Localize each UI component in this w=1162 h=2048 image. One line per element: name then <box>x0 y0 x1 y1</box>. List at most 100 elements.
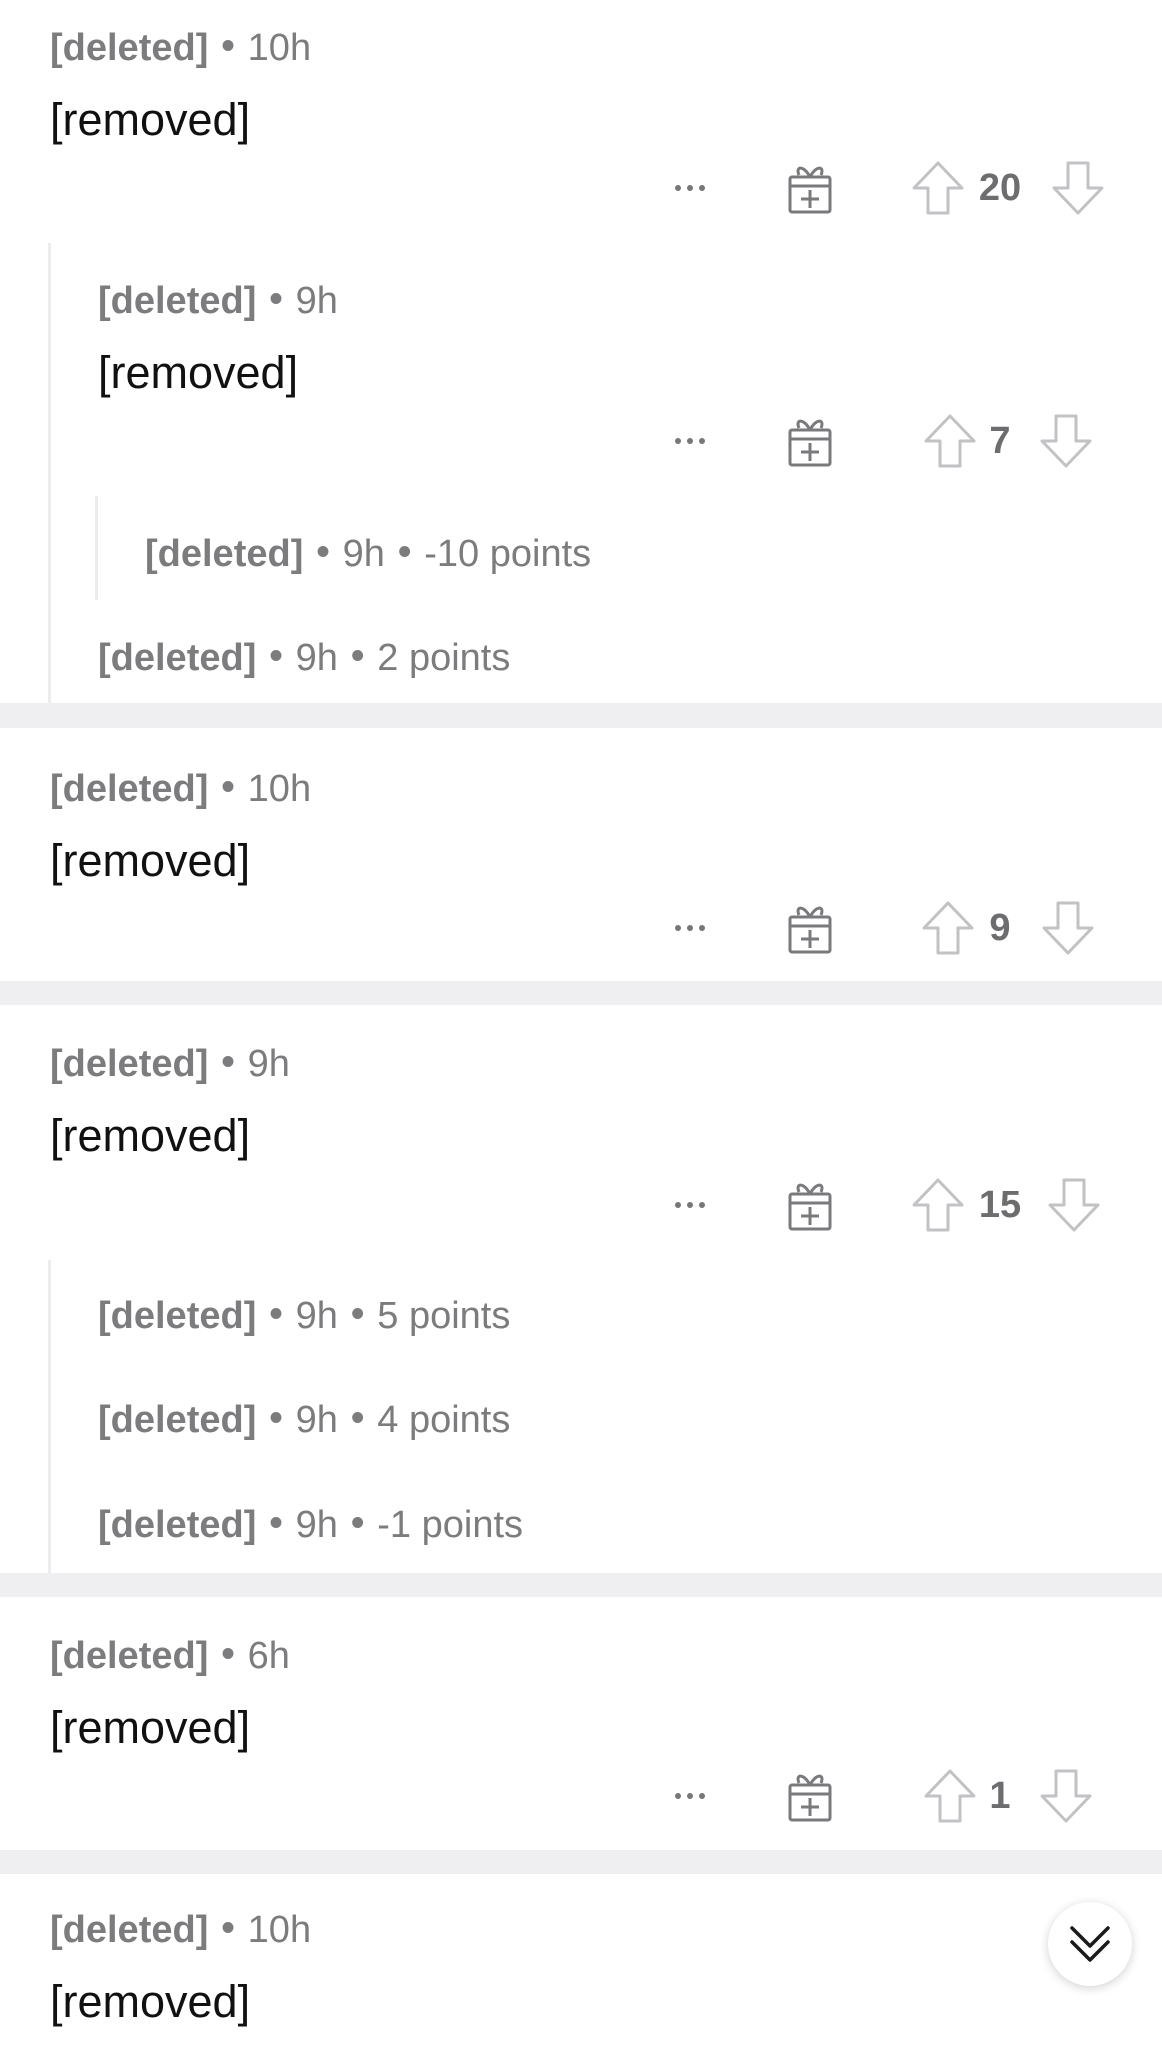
comment-author[interactable]: [deleted] <box>98 637 256 679</box>
collapsed-comment[interactable]: [deleted] • 9h • 4 points <box>98 1397 510 1443</box>
comment-time: 9h <box>342 533 385 575</box>
separator-dot: • <box>269 278 283 320</box>
comment-meta: [deleted] • 10h <box>50 1907 311 1953</box>
comment-author[interactable]: [deleted] <box>98 280 256 322</box>
separator-dot: • <box>269 635 283 677</box>
thread-line[interactable] <box>48 243 51 703</box>
gift-award-icon[interactable] <box>780 158 840 218</box>
comment-time: 10h <box>247 27 312 69</box>
separator-dot: • <box>350 1397 365 1439</box>
comment-author[interactable]: [deleted] <box>50 768 208 810</box>
collapsed-comment[interactable]: [deleted] • 9h • 2 points <box>98 635 510 681</box>
upvote-arrow-icon[interactable] <box>920 898 976 958</box>
separator-dot: • <box>269 1397 283 1439</box>
thread-line[interactable] <box>48 1260 51 1573</box>
more-options-icon[interactable] <box>660 411 720 471</box>
comment-author[interactable]: [deleted] <box>98 1504 256 1546</box>
comment-thread: [deleted] • 6h [removed] 1 <box>0 1597 1162 1850</box>
comment-body: [removed] <box>50 94 251 145</box>
comment-points: 4 points <box>377 1399 511 1441</box>
vote-score: 20 <box>978 167 1022 209</box>
comment-actions: 1 <box>660 1766 1100 1826</box>
thread-line[interactable] <box>95 496 98 600</box>
downvote-arrow-icon[interactable] <box>1038 1766 1094 1826</box>
separator-dot: • <box>221 1907 235 1949</box>
thread-separator <box>0 1850 1162 1874</box>
downvote-arrow-icon[interactable] <box>1040 898 1096 958</box>
separator-dot: • <box>221 1633 235 1675</box>
comment-meta: [deleted] • 10h <box>50 25 311 71</box>
vote-score: 1 <box>989 1775 1011 1817</box>
gift-award-icon[interactable] <box>780 898 840 958</box>
collapsed-comment[interactable]: [deleted] • 9h • -1 points <box>98 1502 523 1548</box>
downvote-arrow-icon[interactable] <box>1046 1175 1102 1235</box>
collapsed-comment[interactable]: [deleted] • 9h • -10 points <box>145 531 591 577</box>
collapsed-comment[interactable]: [deleted] • 9h • 5 points <box>98 1293 510 1339</box>
comment-author[interactable]: [deleted] <box>50 1909 208 1951</box>
next-comment-button[interactable] <box>1048 1902 1132 1986</box>
vote-score: 9 <box>989 907 1011 949</box>
comment-time: 6h <box>247 1635 290 1677</box>
comment-time: 9h <box>295 1295 338 1337</box>
comment-points: -1 points <box>377 1504 524 1546</box>
upvote-arrow-icon[interactable] <box>922 1766 978 1826</box>
comment-author[interactable]: [deleted] <box>98 1295 256 1337</box>
separator-dot: • <box>316 531 330 573</box>
separator-dot: • <box>269 1293 283 1335</box>
comment-points: 5 points <box>377 1295 511 1337</box>
double-chevron-down-icon <box>1070 1926 1110 1962</box>
comment-author[interactable]: [deleted] <box>145 533 303 575</box>
thread-separator <box>0 981 1162 1005</box>
separator-dot: • <box>221 25 235 67</box>
comment-meta: [deleted] • 9h <box>98 278 338 324</box>
downvote-arrow-icon[interactable] <box>1050 158 1106 218</box>
more-options-icon[interactable] <box>660 1175 720 1235</box>
upvote-arrow-icon[interactable] <box>910 1175 966 1235</box>
comment-thread: [deleted] • 10h [removed] 20 [deleted] • 9h … <box>0 0 1162 703</box>
more-options-icon[interactable] <box>660 898 720 958</box>
vote-score: 7 <box>989 420 1011 462</box>
comment-actions: 7 <box>660 411 1100 471</box>
separator-dot: • <box>269 1502 283 1544</box>
comment-time: 9h <box>295 1504 338 1546</box>
separator-dot: • <box>221 1041 235 1083</box>
gift-award-icon[interactable] <box>780 1766 840 1826</box>
upvote-arrow-icon[interactable] <box>910 158 966 218</box>
comment-body: [removed] <box>50 1110 251 1161</box>
separator-dot: • <box>350 1293 365 1335</box>
comment-body: [removed] <box>50 1702 251 1753</box>
separator-dot: • <box>350 635 365 677</box>
comment-actions: 20 <box>660 158 1100 218</box>
thread-separator <box>0 703 1162 728</box>
comment-meta: [deleted] • 6h <box>50 1633 290 1679</box>
comment-time: 9h <box>295 280 338 322</box>
downvote-arrow-icon[interactable] <box>1038 411 1094 471</box>
more-options-icon[interactable] <box>660 1766 720 1826</box>
separator-dot: • <box>397 531 412 573</box>
comment-actions: 9 <box>660 898 1100 958</box>
comment-points: -10 points <box>424 533 592 575</box>
comment-time: 9h <box>247 1043 290 1085</box>
gift-award-icon[interactable] <box>780 1175 840 1235</box>
more-options-icon[interactable] <box>660 158 720 218</box>
comment-author[interactable]: [deleted] <box>50 1635 208 1677</box>
comment-actions: 15 <box>660 1175 1100 1235</box>
comment-thread: [deleted] • 9h [removed] 15 [deleted] • 9h • 5… <box>0 1005 1162 1573</box>
comment-time: 10h <box>247 768 312 810</box>
comment-body: [removed] <box>98 347 299 398</box>
comment-author[interactable]: [deleted] <box>98 1399 256 1441</box>
comment-time: 9h <box>295 1399 338 1441</box>
comment-time: 9h <box>295 637 338 679</box>
gift-award-icon[interactable] <box>780 411 840 471</box>
comment-meta: [deleted] • 9h <box>50 1041 290 1087</box>
comment-thread: [deleted] • 10h [removed] 9 <box>0 728 1162 981</box>
comment-body: [removed] <box>50 835 251 886</box>
upvote-arrow-icon[interactable] <box>922 411 978 471</box>
separator-dot: • <box>221 766 235 808</box>
thread-separator <box>0 1573 1162 1597</box>
comment-points: 2 points <box>377 637 511 679</box>
comment-author[interactable]: [deleted] <box>50 27 208 69</box>
comment-author[interactable]: [deleted] <box>50 1043 208 1085</box>
comment-time: 10h <box>247 1909 312 1951</box>
vote-score: 15 <box>978 1184 1022 1226</box>
